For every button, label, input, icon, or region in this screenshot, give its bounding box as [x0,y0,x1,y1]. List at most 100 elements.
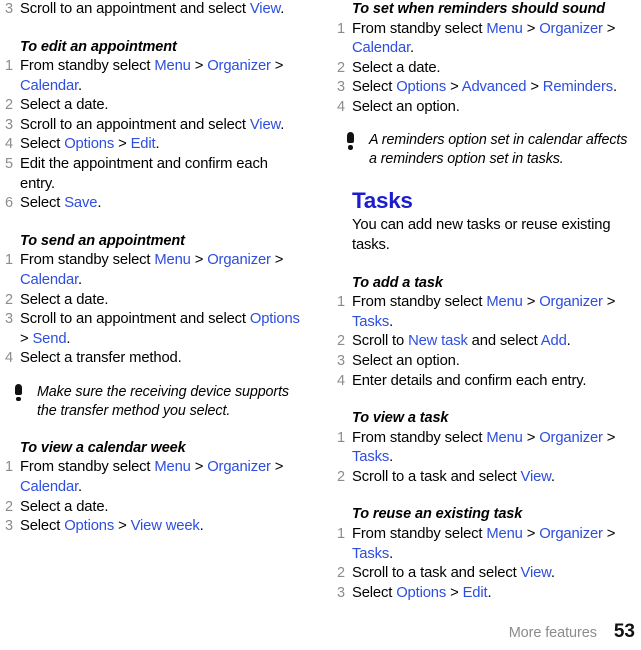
menu-keyword[interactable]: Calendar [20,78,78,94]
step-item: 6 Select Save. [5,194,306,214]
step-body: From standby select Menu > Organizer > C… [352,20,634,59]
menu-keyword[interactable]: Tasks [352,449,389,465]
left-column: 3 Scroll to an appointment and select Vie… [0,0,320,650]
right-column: To set when reminders should sound 1 From … [320,0,640,650]
step-item: 5 Edit the appointment and confirm each e… [5,155,306,194]
menu-keyword[interactable]: View week [131,518,200,534]
step-item: 2 Scroll to a task and select View. [337,564,634,584]
step-number: 1 [5,58,13,75]
step-number: 2 [337,59,345,76]
step-item: 4 Select a transfer method. [5,349,306,369]
menu-keyword[interactable]: View [250,1,281,17]
step-text: Scroll to a task and select [352,468,521,485]
step-list: 1 From standby select Menu > Organizer > … [337,293,634,391]
menu-keyword[interactable]: View [250,117,281,133]
step-number: 2 [5,498,13,515]
step-text: From standby select [352,525,487,542]
step-body: Edit the appointment and confirm each en… [20,155,306,194]
procedure-heading: To send an appointment [20,232,185,249]
step-text: Select an option. [352,98,460,115]
step-list: 1 From standby select Menu > Organizer > … [337,429,634,488]
menu-keyword[interactable]: Send [32,331,66,347]
step-number: 1 [337,429,345,446]
step-text: > [522,429,540,446]
menu-keyword[interactable]: Organizer [539,430,603,446]
menu-keyword[interactable]: Calendar [352,40,410,56]
menu-keyword[interactable]: Organizer [207,252,271,268]
menu-keyword[interactable]: View [521,469,552,485]
page-number: 53 [613,621,635,642]
step-text: > [190,252,208,269]
menu-keyword[interactable]: View [521,565,552,581]
menu-keyword[interactable]: New task [408,333,468,349]
menu-keyword[interactable]: Tasks [352,314,389,330]
step-body: From standby select Menu > Organizer > C… [20,57,306,96]
step-text: Select a date. [20,97,109,114]
step-body: Select Options > Advanced > Reminders. [352,78,634,98]
menu-keyword[interactable]: Menu [486,430,523,446]
menu-keyword[interactable]: Options [396,79,446,95]
step-text: . [280,1,285,17]
step-text: Select [20,136,65,153]
procedure-heading: To view a calendar week [20,439,186,456]
menu-keyword[interactable]: Options [250,311,300,327]
menu-keyword[interactable]: Save [64,195,97,211]
step-text: From standby select [20,459,155,476]
exclamation-dot [16,396,21,402]
step-item: 2 Select a date. [337,59,634,79]
menu-keyword[interactable]: Tasks [352,546,389,562]
menu-keyword[interactable]: Add [541,333,567,349]
step-text: Scroll to a task and select [352,565,521,582]
menu-keyword[interactable]: Menu [486,21,523,37]
procedure-heading: To add a task [352,274,443,291]
section-title: Tasks [352,188,413,214]
step-number: 2 [337,565,345,582]
step-text: Select [352,79,397,96]
step-body: Select a date. [20,291,306,311]
menu-keyword[interactable]: Menu [486,526,523,542]
menu-keyword[interactable]: Organizer [539,526,603,542]
step-text: Select a transfer method. [20,350,182,367]
step-list: 1 From standby select Menu > Organizer > … [337,525,634,603]
menu-keyword[interactable]: Calendar [20,272,78,288]
step-item: 2 Select a date. [5,291,306,311]
step-number: 5 [5,156,13,173]
menu-keyword[interactable]: Organizer [207,58,271,74]
menu-keyword[interactable]: Menu [154,58,191,74]
manual-page: 3 Scroll to an appointment and select Vie… [0,0,641,650]
step-body: Select a transfer method. [20,349,306,369]
step-text: . [199,518,204,535]
menu-keyword[interactable]: Options [64,518,114,534]
step-text: . [613,79,617,96]
menu-keyword[interactable]: Options [396,585,446,601]
step-text: > [446,584,463,601]
step-item: 1 From standby select Menu > Organizer > … [337,293,634,332]
menu-keyword[interactable]: Edit [131,136,156,152]
step-text: From standby select [352,294,487,311]
menu-keyword[interactable]: Edit [463,585,488,601]
step-body: Scroll to a task and select View. [352,564,634,584]
step-number: 2 [5,97,13,114]
menu-keyword[interactable]: Menu [154,459,191,475]
menu-keyword[interactable]: Advanced [462,79,527,95]
menu-keyword[interactable]: Calendar [20,479,78,495]
step-number: 3 [5,1,13,17]
step-number: 4 [337,372,345,389]
exclamation-stem [347,132,354,144]
step-text: > [270,459,284,476]
step-text: > [270,58,284,75]
step-item: 3 Scroll to an appointment and select Opt… [5,310,306,349]
step-number: 1 [5,459,13,476]
exclamation-note-icon [15,383,23,402]
menu-keyword[interactable]: Menu [486,294,523,310]
menu-keyword[interactable]: Reminders [543,79,613,95]
step-text: Scroll to an appointment and select [20,116,250,133]
step-text: > [522,525,540,542]
menu-keyword[interactable]: Menu [154,252,191,268]
menu-keyword[interactable]: Options [64,136,114,152]
step-list: 1 From standby select Menu > Organizer > … [5,57,306,214]
menu-keyword[interactable]: Organizer [539,294,603,310]
menu-keyword[interactable]: Organizer [539,21,603,37]
menu-keyword[interactable]: Organizer [207,459,271,475]
step-number: 3 [5,518,13,535]
